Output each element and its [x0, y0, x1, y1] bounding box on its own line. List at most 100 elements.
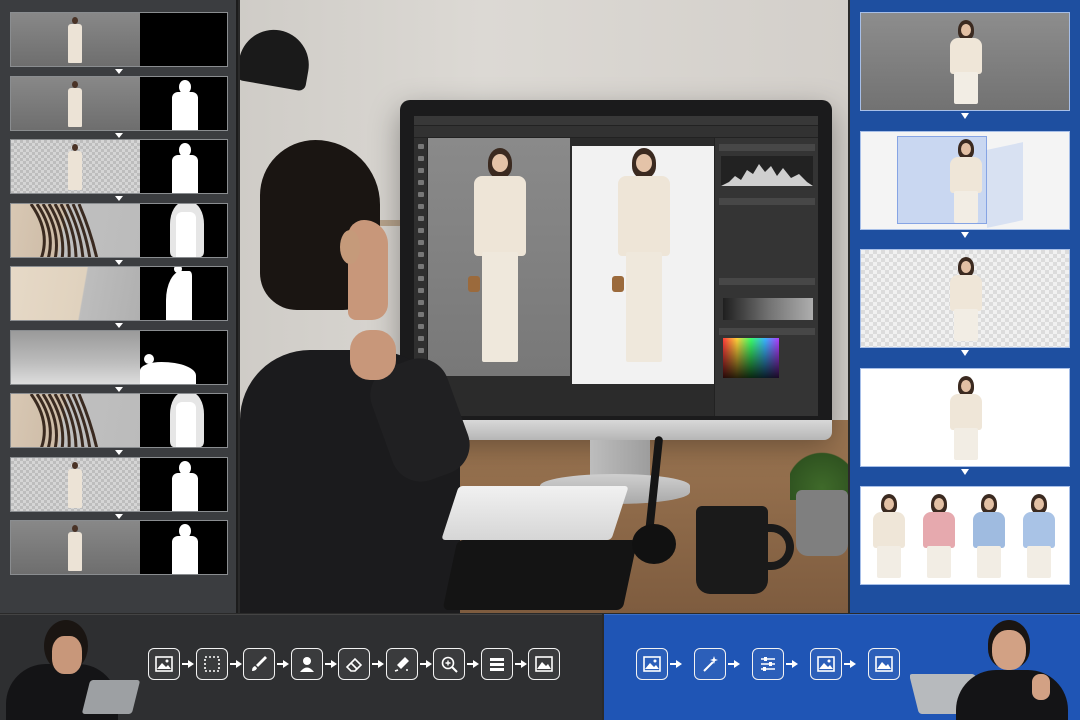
manual-step-edge-refine[interactable] — [10, 266, 228, 321]
happy-person — [910, 614, 1080, 720]
image-result-icon[interactable] — [868, 648, 900, 680]
mask-silhouette — [170, 394, 210, 447]
image-result-icon[interactable] — [528, 648, 560, 680]
figure-pants — [954, 427, 978, 460]
mask-silhouette — [170, 524, 200, 574]
down-arrow — [961, 113, 969, 119]
figure-pants — [954, 309, 978, 341]
figure-face — [961, 24, 971, 36]
down-arrow — [115, 386, 123, 392]
auto-flow-arrow — [844, 659, 856, 669]
layers-icon[interactable] — [480, 648, 513, 680]
brush-icon[interactable] — [243, 648, 275, 680]
retoucher-person — [240, 140, 479, 613]
happy-body — [956, 670, 1068, 720]
figure-pants — [927, 546, 951, 578]
step-mask — [140, 140, 227, 193]
step-photo — [11, 521, 140, 574]
detection-box-side — [987, 141, 1023, 228]
happy-face — [992, 630, 1026, 670]
down-arrow — [115, 132, 123, 138]
mask-body — [172, 91, 198, 130]
laptop — [81, 680, 140, 714]
variant-figure — [919, 494, 959, 578]
auto-step-color-variants[interactable] — [860, 486, 1070, 585]
figure-body — [68, 87, 82, 127]
model-figure — [67, 17, 83, 63]
figure-face — [492, 154, 508, 172]
person-silhouette-icon[interactable] — [290, 648, 323, 680]
ps-options-bar[interactable] — [414, 126, 818, 138]
mask-silhouette — [170, 79, 200, 130]
figure-shirt — [923, 512, 955, 548]
mask-body — [172, 155, 198, 193]
levels-gradient[interactable] — [723, 298, 813, 320]
eraser-icon[interactable] — [338, 648, 370, 680]
figure-face — [961, 379, 971, 392]
figure-body — [68, 532, 82, 571]
manual-flow-arrow — [514, 659, 527, 669]
stressed-face — [52, 636, 82, 674]
figure-head — [72, 144, 78, 151]
manual-flow-arrow — [277, 659, 289, 669]
coffee-mug — [696, 506, 768, 594]
manual-step-final-cutout[interactable] — [10, 456, 228, 512]
down-arrow — [115, 513, 123, 519]
figure-pants — [877, 546, 901, 578]
image-icon[interactable] — [810, 648, 842, 680]
color-picker[interactable] — [723, 338, 779, 378]
manual-steps-column — [0, 0, 238, 613]
auto-step-3d-detection[interactable] — [860, 130, 1070, 230]
step-photo — [11, 13, 140, 66]
refine-edge-icon[interactable] — [385, 648, 418, 680]
figure-head — [72, 461, 78, 469]
figure-shirt — [618, 176, 670, 256]
marquee-select-icon[interactable] — [195, 648, 228, 680]
figure-face — [961, 261, 971, 273]
histogram — [721, 156, 813, 186]
figure-shirt — [873, 512, 905, 548]
figure-body — [68, 24, 82, 63]
manual-step-rough-selection[interactable] — [10, 75, 228, 131]
image-icon[interactable] — [148, 648, 180, 680]
photoshop-screen — [414, 116, 818, 416]
variant-figure — [1019, 494, 1059, 578]
manual-step-shadow-refine[interactable] — [10, 329, 228, 385]
sliders-icon[interactable] — [752, 648, 784, 680]
model-figure — [946, 138, 986, 223]
auto-flow-arrow — [670, 659, 682, 669]
manual-step-hair-detail[interactable] — [10, 393, 228, 448]
auto-step-white-background[interactable] — [860, 367, 1070, 467]
manual-step-original-photo[interactable] — [10, 12, 228, 67]
figure-face — [984, 498, 994, 510]
step-photo — [11, 76, 140, 130]
plant-pot — [796, 490, 848, 556]
down-arrow — [115, 196, 123, 201]
image-icon[interactable] — [636, 648, 668, 680]
down-arrow — [961, 350, 969, 356]
figure-pants — [977, 546, 1001, 578]
figure-pants — [482, 252, 518, 362]
comparison-illustration — [0, 0, 1080, 720]
ps-panels[interactable] — [714, 138, 818, 416]
down-arrow — [115, 259, 123, 265]
properties-panel-header — [719, 198, 815, 205]
step-photo — [11, 203, 140, 257]
mask-silhouette — [170, 460, 200, 511]
auto-step-original-photo[interactable] — [860, 12, 1070, 111]
ps-canvas-after[interactable] — [572, 146, 714, 384]
figure-shirt — [973, 512, 1005, 548]
zoom-icon[interactable] — [433, 648, 465, 680]
step-mask — [140, 330, 227, 384]
manual-step-final-result[interactable] — [10, 520, 228, 575]
auto-step-transparent-cutout[interactable] — [860, 249, 1070, 348]
manual-step-hair-refine[interactable] — [10, 202, 228, 258]
step-photo — [11, 140, 140, 193]
figure-shirt — [950, 393, 982, 430]
model-figure — [946, 375, 986, 460]
ps-menubar[interactable] — [414, 116, 818, 126]
manual-step-transparent-cutout[interactable] — [10, 139, 228, 194]
thumbs-up — [1032, 674, 1050, 700]
magic-wand-icon[interactable] — [694, 648, 726, 680]
figure-face — [884, 498, 894, 510]
